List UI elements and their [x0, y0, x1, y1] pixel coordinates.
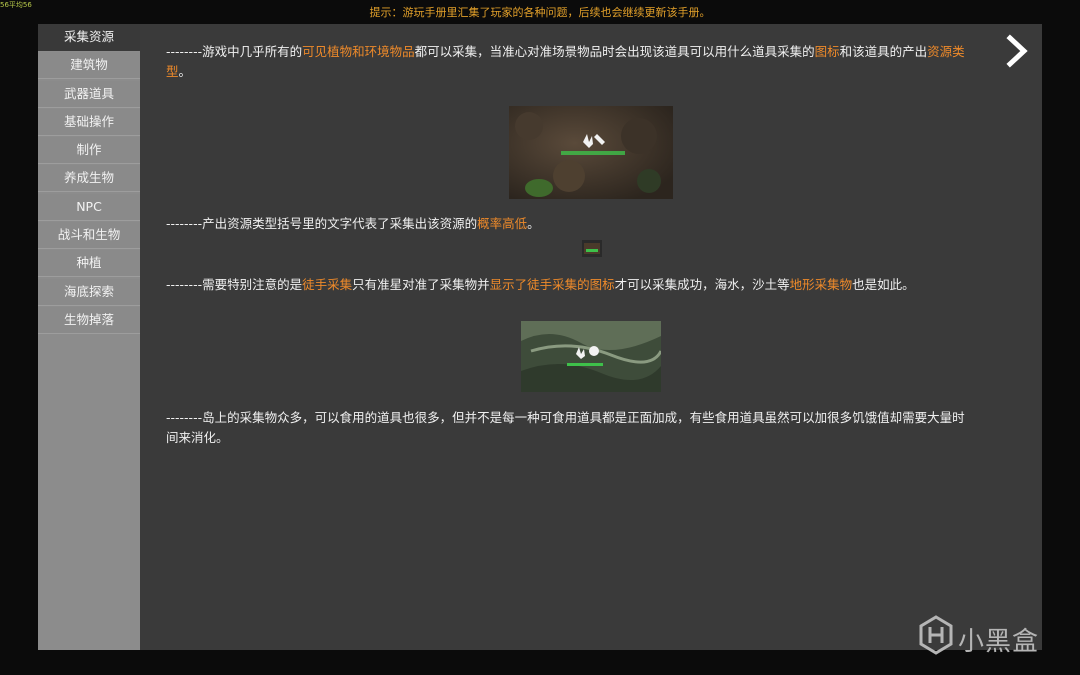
highlight-text: 显示了徒手采集的图标: [489, 277, 615, 292]
sidebar-item-1[interactable]: 建筑物: [38, 52, 140, 80]
sidebar-item-9[interactable]: 海底探索: [38, 278, 140, 306]
body-text: 和该道具的产出: [839, 44, 928, 59]
sidebar-item-7[interactable]: 战斗和生物: [38, 222, 140, 250]
body-text: 。: [527, 216, 540, 231]
watermark-logo: 小黑盒: [918, 615, 1053, 659]
body-text: --------需要特别注意的是: [166, 277, 303, 292]
sidebar-item-6[interactable]: NPC: [38, 193, 140, 221]
watermark-text: 小黑盒: [958, 627, 1040, 657]
handbook-panel: 采集资源 建筑物 武器道具 基础操作 制作 养成生物 NPC 战斗和生物 种植 海底探索 生物掉落 …: [38, 24, 1042, 650]
highlight-text: 可见植物和环境物品: [302, 44, 415, 59]
sidebar-item-3[interactable]: 基础操作: [38, 108, 140, 136]
sidebar-item-0[interactable]: 采集资源: [38, 24, 140, 51]
screenshot-gather-dirt: [509, 106, 673, 199]
body-text: 。: [178, 64, 192, 79]
hint-banner: 提示：游玩手册里汇集了玩家的各种问题，后续也会继续更新该手册。: [369, 6, 711, 19]
sidebar-item-4[interactable]: 制作: [38, 137, 140, 165]
highlight-text: 徒手采集: [302, 277, 353, 292]
body-text: --------游戏中几乎所有的: [166, 44, 303, 59]
xiaoheihe-logo-icon: [919, 615, 953, 655]
body-text: --------岛上的采集物众多，可以食用的道具也很多，但并不是每一种可食用道具…: [166, 410, 965, 445]
body-text: 只有准星对准了采集物并: [352, 277, 490, 292]
paragraph-1: --------游戏中几乎所有的可见植物和环境物品都可以采集，当准心对准场景物品…: [166, 42, 971, 82]
resource-icon: [582, 240, 602, 257]
screenshot-gather-seawater: [521, 321, 661, 392]
sidebar-item-10[interactable]: 生物掉落: [38, 306, 140, 334]
sidebar-item-5[interactable]: 养成生物: [38, 165, 140, 193]
paragraph-4: --------岛上的采集物众多，可以食用的道具也很多，但并不是每一种可食用道具…: [166, 408, 971, 448]
body-text: 也是如此。: [852, 277, 915, 292]
paragraph-2: --------产出资源类型括号里的文字代表了采集出该资源的概率高低。: [166, 214, 971, 234]
sidebar-item-8[interactable]: 种植: [38, 250, 140, 278]
highlight-text: 图标: [814, 44, 840, 59]
next-page-button[interactable]: [1002, 34, 1032, 68]
body-text: --------产出资源类型括号里的文字代表了采集出该资源的: [166, 216, 478, 231]
highlight-text: 地形采集物: [789, 277, 853, 292]
sidebar: 采集资源 建筑物 武器道具 基础操作 制作 养成生物 NPC 战斗和生物 种植 海底探索 生物掉落: [38, 24, 140, 650]
highlight-text: 概率高低: [477, 216, 528, 231]
chevron-right-icon: [1006, 34, 1028, 68]
body-text: 才可以采集成功，海水，沙土等: [614, 277, 790, 292]
paragraph-3: --------需要特别注意的是徒手采集只有准星对准了采集物并显示了徒手采集的图…: [166, 275, 971, 295]
body-text: 都可以采集，当准心对准场景物品时会出现该道具可以用什么道具采集的: [414, 44, 815, 59]
sidebar-item-2[interactable]: 武器道具: [38, 80, 140, 108]
